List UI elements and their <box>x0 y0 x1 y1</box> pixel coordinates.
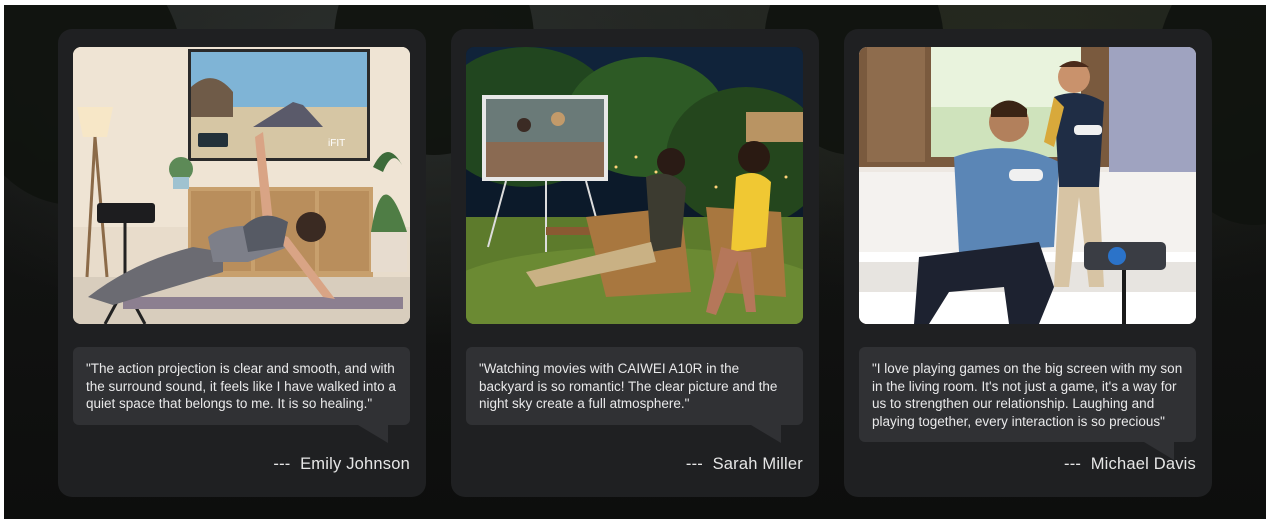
author-name: Sarah Miller <box>712 455 803 473</box>
testimonial-quote-bubble: "Watching movies with CAIWEI A10R in the… <box>466 347 803 443</box>
testimonial-card: "I love playing games on the big screen … <box>844 29 1212 497</box>
testimonials-section: iFIT "The action projection is clear and… <box>4 5 1266 519</box>
quote-bubble-tail <box>358 424 388 443</box>
author-name: Michael Davis <box>1090 455 1196 473</box>
testimonial-card: "Watching movies with CAIWEI A10R in the… <box>451 29 819 497</box>
backyard-scene-image <box>466 47 803 324</box>
yoga-scene-image: iFIT <box>73 47 410 324</box>
testimonial-author: --- Sarah Miller <box>686 455 803 474</box>
testimonial-quote-text: "I love playing games on the big screen … <box>872 361 1183 429</box>
testimonial-card: iFIT "The action projection is clear and… <box>58 29 426 497</box>
testimonial-author: --- Michael Davis <box>1064 455 1196 474</box>
testimonial-author: --- Emily Johnson <box>273 455 410 474</box>
testimonial-photo-backyard <box>466 47 803 324</box>
author-dash: --- <box>685 455 703 473</box>
testimonial-quote-text: "Watching movies with CAIWEI A10R in the… <box>479 361 778 411</box>
gaming-scene-image <box>859 47 1196 324</box>
author-name: Emily Johnson <box>300 455 410 473</box>
author-dash: --- <box>273 455 291 473</box>
screen-brand-text: iFIT <box>328 138 345 149</box>
testimonial-quote-text: "The action projection is clear and smoo… <box>86 361 396 411</box>
testimonial-quote-bubble: "The action projection is clear and smoo… <box>73 347 410 443</box>
testimonial-quote-bubble: "I love playing games on the big screen … <box>859 347 1196 460</box>
testimonial-photo-yoga: iFIT <box>73 47 410 324</box>
author-dash: --- <box>1064 455 1082 473</box>
testimonial-photo-gaming <box>859 47 1196 324</box>
quote-bubble-tail <box>751 424 781 443</box>
